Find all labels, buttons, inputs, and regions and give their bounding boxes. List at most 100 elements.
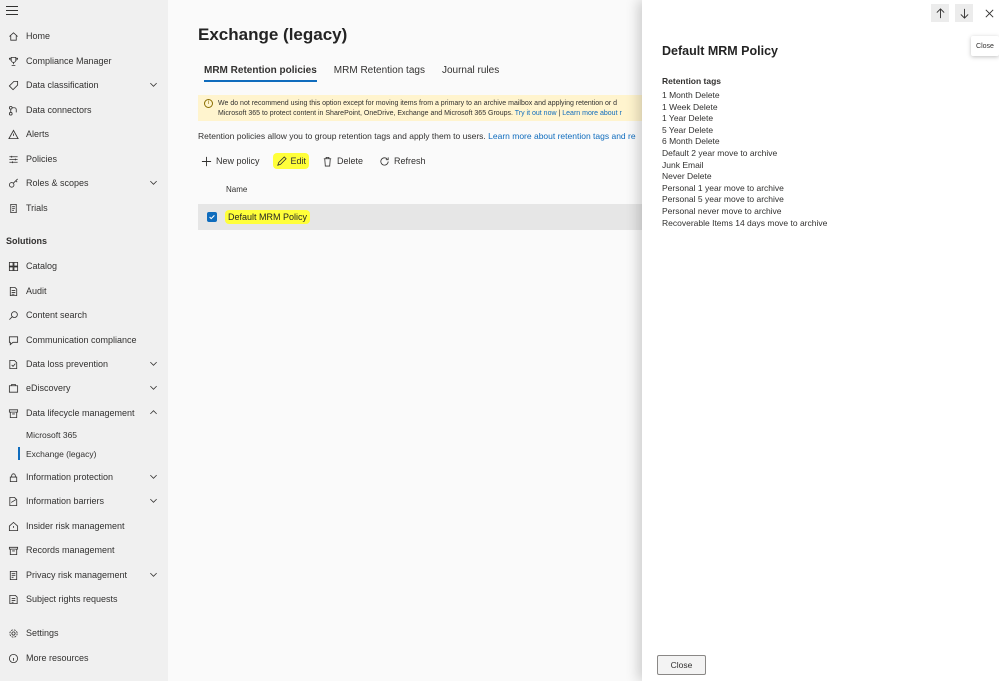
close-button[interactable]: Close xyxy=(657,655,706,675)
chevron-down-icon xyxy=(150,385,157,390)
sidebar-item-label: Data classification xyxy=(26,80,99,90)
sidebar-item-privacy-risk-management[interactable]: Privacy risk management xyxy=(0,565,168,585)
sidebar-item-label: Information protection xyxy=(26,472,114,482)
policies-icon xyxy=(7,153,19,165)
home-icon xyxy=(7,30,19,42)
audit-icon xyxy=(7,285,19,297)
panel-title: Default MRM Policy xyxy=(662,44,778,58)
list-item: Personal 1 year move to archive xyxy=(662,182,784,193)
sidebar-item-records-management[interactable]: Records management xyxy=(0,540,168,560)
sidebar-item-trials[interactable]: Trials xyxy=(0,198,168,218)
sidebar-item-label: Roles & scopes xyxy=(26,178,89,188)
learn-more-link[interactable]: Learn more about r xyxy=(562,110,622,117)
trials-icon xyxy=(7,202,19,214)
sidebar-item-compliance-manager[interactable]: Compliance Manager xyxy=(0,51,168,71)
lock-icon xyxy=(7,471,19,483)
sidebar-item-communication-compliance[interactable]: Communication compliance xyxy=(0,330,168,350)
warning-text-line1: We do not recommend using this option ex… xyxy=(218,100,618,107)
trophy-icon xyxy=(7,55,19,67)
chevron-up-icon xyxy=(150,410,157,415)
chat-icon xyxy=(7,334,19,346)
sidebar-item-roles-and-scopes[interactable]: Roles & scopes xyxy=(0,173,168,193)
list-item: Default 2 year move to archive xyxy=(662,147,778,158)
sidebar-item-subject-rights-requests[interactable]: Subject rights requests xyxy=(0,589,168,609)
sidebar-item-label: Settings xyxy=(26,628,59,638)
sidebar-item-label: Privacy risk management xyxy=(26,570,128,580)
sidebar-item-policies[interactable]: Policies xyxy=(0,149,168,169)
sidebar-item-label: Catalog xyxy=(26,261,58,271)
solutions-heading: Solutions xyxy=(6,236,47,246)
tab-mrm-retention-policies[interactable]: MRM Retention policies xyxy=(198,62,323,82)
sidebar-item-catalog[interactable]: Catalog xyxy=(0,256,168,276)
list-item: 1 Month Delete xyxy=(662,90,720,100)
sidebar-item-insider-risk-management[interactable]: Insider risk management xyxy=(0,516,168,536)
chevron-down-icon xyxy=(150,474,157,479)
privacy-icon xyxy=(7,569,19,581)
warning-text-line2: Microsoft 365 to protect content in Shar… xyxy=(218,109,622,117)
retention-tags-heading: Retention tags xyxy=(662,76,722,86)
sidebar-item-label: More resources xyxy=(26,653,89,663)
sidebar-item-data-loss-prevention[interactable]: Data loss prevention xyxy=(0,354,168,374)
sidebar-item-label: Trials xyxy=(26,203,48,213)
table-row[interactable]: Default MRM Policy xyxy=(198,204,642,230)
sidebar-subitem-microsoft-365[interactable]: Microsoft 365 xyxy=(26,427,77,443)
close-panel-button[interactable] xyxy=(980,4,998,22)
delete-button[interactable]: Delete xyxy=(319,153,366,169)
sidebar-item-label: Content search xyxy=(26,310,88,320)
connector-icon xyxy=(7,104,19,116)
sidebar-item-content-search[interactable]: Content search xyxy=(0,305,168,325)
plus-icon xyxy=(201,156,212,166)
policy-name-link[interactable]: Default MRM Policy xyxy=(225,210,311,224)
refresh-icon xyxy=(380,156,389,166)
page-title: Exchange (legacy) xyxy=(198,25,348,44)
new-policy-button[interactable]: New policy xyxy=(198,153,263,169)
barrier-icon xyxy=(7,495,19,507)
sidebar-item-label: Insider risk management xyxy=(26,521,125,531)
next-item-button[interactable] xyxy=(955,4,973,22)
row-checkbox[interactable] xyxy=(207,212,217,222)
sidebar-item-information-barriers[interactable]: Information barriers xyxy=(0,491,168,511)
tab-journal-rules[interactable]: Journal rules xyxy=(436,62,505,82)
classification-icon xyxy=(7,79,19,91)
pencil-icon xyxy=(276,155,287,166)
sidebar-item-alerts[interactable]: Alerts xyxy=(0,124,168,144)
gear-icon xyxy=(7,627,19,639)
checkmark-icon xyxy=(209,215,215,220)
main-content: Exchange (legacy) MRM Retention policies… xyxy=(168,0,642,681)
list-item: 5 Year Delete xyxy=(662,124,714,135)
list-item: Personal 5 year move to archive xyxy=(662,194,784,205)
edit-button[interactable]: Edit xyxy=(272,153,310,169)
dlp-icon xyxy=(7,358,19,370)
sidebar-subitem-exchange-legacy[interactable]: Exchange (legacy) xyxy=(17,446,96,462)
info-icon xyxy=(7,652,19,664)
chevron-down-icon xyxy=(150,361,157,366)
sidebar-item-information-protection[interactable]: Information protection xyxy=(0,467,168,487)
sidebar-item-data-connectors[interactable]: Data connectors xyxy=(0,100,168,120)
sidebar-item-audit[interactable]: Audit xyxy=(0,281,168,301)
sidebar-item-ediscovery[interactable]: eDiscovery xyxy=(0,378,168,398)
sidebar-item-home[interactable]: Home xyxy=(0,26,168,46)
sidebar-item-label: Information barriers xyxy=(26,496,105,506)
info-icon: i xyxy=(204,99,213,108)
sidebar-item-label: Data lifecycle management xyxy=(26,408,135,418)
tab-list: MRM Retention policies MRM Retention tag… xyxy=(198,62,510,82)
lifecycle-icon xyxy=(7,407,19,419)
sidebar-item-data-classification[interactable]: Data classification xyxy=(0,75,168,95)
arrow-down-icon xyxy=(960,8,968,19)
trash-icon xyxy=(323,156,332,166)
learn-more-retention-link[interactable]: Learn more about retention tags and re xyxy=(488,131,635,141)
hamburger-menu-icon[interactable] xyxy=(6,6,18,16)
tab-mrm-retention-tags[interactable]: MRM Retention tags xyxy=(328,62,431,82)
previous-item-button[interactable] xyxy=(931,4,949,22)
search-icon xyxy=(7,309,19,321)
details-panel: Close Default MRM Policy Retention tags … xyxy=(642,0,999,681)
try-it-out-link[interactable]: Try it out now xyxy=(515,110,557,117)
chevron-down-icon xyxy=(150,82,157,87)
column-header-name[interactable]: Name xyxy=(226,185,247,194)
list-item: Junk Email xyxy=(662,159,704,170)
sidebar-item-settings[interactable]: Settings xyxy=(0,623,168,643)
refresh-button[interactable]: Refresh xyxy=(376,153,429,169)
sidebar-item-more-resources[interactable]: More resources xyxy=(0,648,168,668)
sidebar-item-label: Subject rights requests xyxy=(26,594,118,604)
sidebar-item-data-lifecycle-management[interactable]: Data lifecycle management xyxy=(0,403,168,423)
